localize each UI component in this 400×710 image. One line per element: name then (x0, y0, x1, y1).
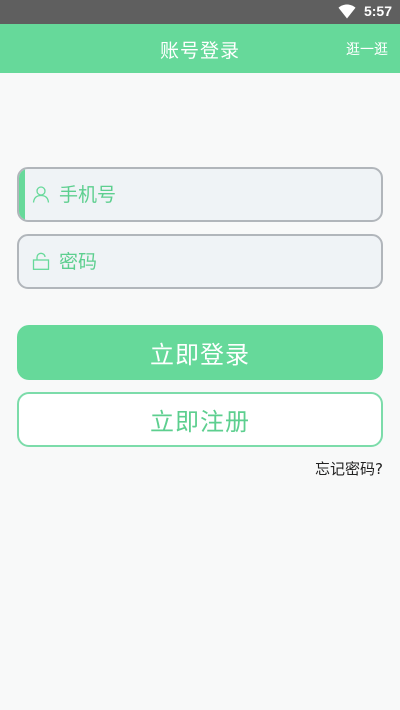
password-field[interactable] (17, 234, 383, 289)
login-button[interactable]: 立即登录 (17, 325, 383, 380)
forgot-password-link[interactable]: 忘记密码? (315, 458, 383, 479)
wifi-icon (338, 4, 356, 19)
status-time: 5:57 (363, 3, 392, 19)
user-icon (32, 186, 50, 203)
status-bar: 5:57 (0, 0, 400, 24)
register-button[interactable]: 立即注册 (17, 392, 383, 447)
password-input[interactable] (59, 236, 359, 287)
app-bar: 账号登录 逛一逛 (0, 24, 400, 73)
phone-input[interactable] (59, 169, 359, 220)
lock-icon (32, 252, 50, 270)
browse-button[interactable]: 逛一逛 (346, 39, 388, 59)
page-title: 账号登录 (159, 40, 240, 62)
phone-field[interactable] (17, 167, 383, 222)
